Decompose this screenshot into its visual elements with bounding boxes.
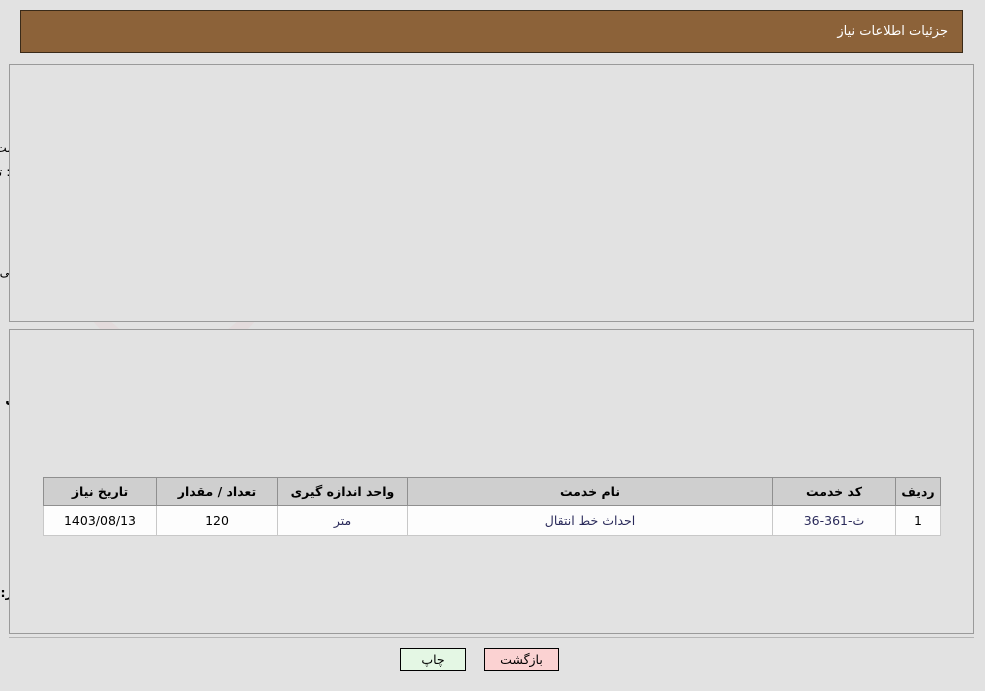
footer-divider [10,637,975,638]
print-button[interactable]: چاپ [401,648,467,671]
cell-row-no: 1 [896,505,942,536]
back-button[interactable]: بازگشت [485,648,560,671]
col-need-date: تاریخ نیاز [44,477,158,506]
services-table: ردیف کد خدمت نام خدمت واحد اندازه گیری ت… [44,477,942,536]
col-service-code: کد خدمت [773,477,897,506]
col-quantity: تعداد / مقدار [157,477,279,506]
need-summary-panel [10,64,975,322]
col-row-no: ردیف [896,477,942,506]
col-service-name: نام خدمت [408,477,774,506]
table-row: 1 ث-361-36 احداث خط انتقال متر 120 1403/… [44,505,942,536]
page-title: جزئیات اطلاعات نیاز [838,24,949,39]
col-unit: واحد اندازه گیری [278,477,409,506]
page-header-bar: جزئیات اطلاعات نیاز [21,10,964,53]
cell-quantity: 120 [157,505,279,536]
cell-unit: متر [278,505,409,536]
cell-need-date: 1403/08/13 [44,505,158,536]
cell-service-code: ث-361-36 [773,505,897,536]
cell-service-name: احداث خط انتقال [408,505,774,536]
table-header-row: ردیف کد خدمت نام خدمت واحد اندازه گیری ت… [44,477,942,506]
